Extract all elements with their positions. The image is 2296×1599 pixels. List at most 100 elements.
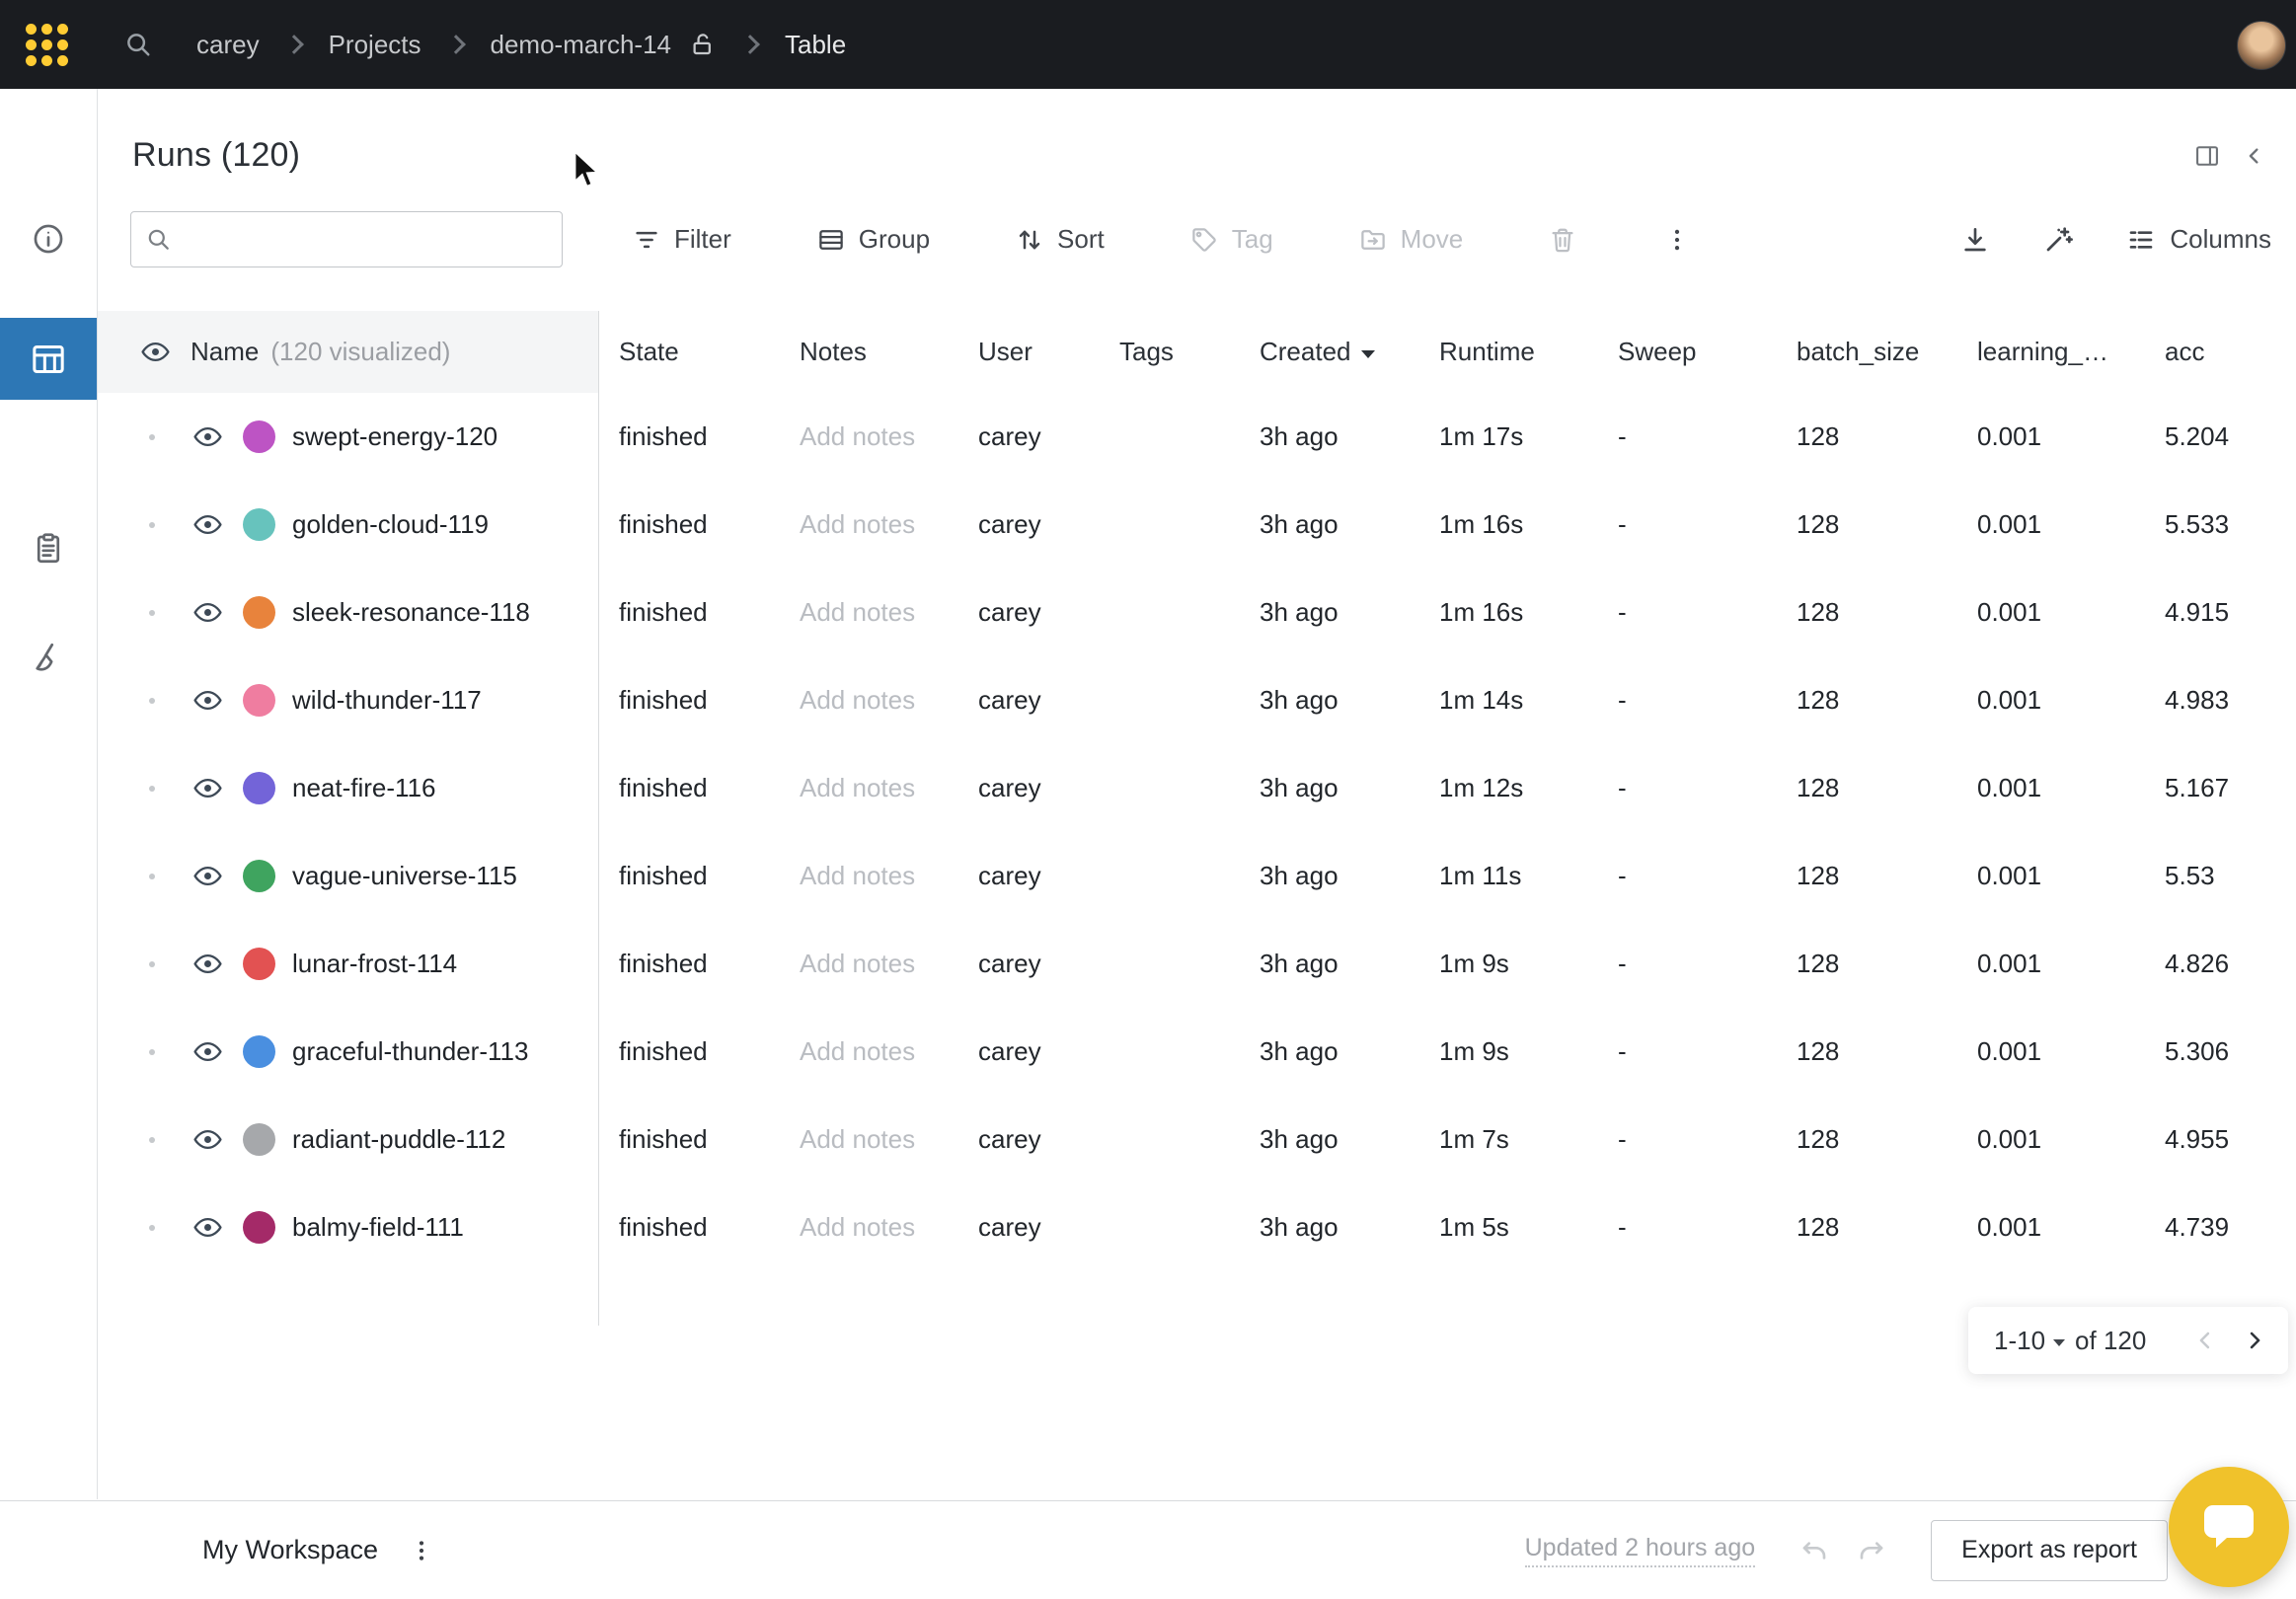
column-header-runtime[interactable]: Runtime	[1439, 337, 1618, 367]
eye-icon[interactable]	[192, 1036, 223, 1067]
eye-icon[interactable]	[192, 1212, 223, 1243]
table-row[interactable]: lunar-frost-114 finishedAdd notescarey3h…	[98, 920, 2296, 1008]
more-actions-button[interactable]	[1662, 225, 1692, 255]
run-name-link[interactable]: swept-energy-120	[292, 421, 497, 452]
cell-acc: 4.955	[2165, 1124, 2296, 1155]
eye-icon[interactable]	[192, 597, 223, 628]
run-color-dot	[243, 1211, 275, 1244]
runs-table-tab[interactable]	[0, 318, 97, 400]
table-row[interactable]: golden-cloud-119 finishedAdd notescarey3…	[98, 481, 2296, 569]
eye-icon[interactable]	[140, 337, 171, 367]
breadcrumb-projects[interactable]: Projects	[329, 30, 421, 60]
column-header-notes[interactable]: Notes	[800, 337, 978, 367]
drag-handle[interactable]	[149, 610, 155, 616]
sort-button[interactable]: Sort	[1015, 224, 1105, 255]
drag-handle[interactable]	[149, 522, 155, 528]
run-name-link[interactable]: radiant-puddle-112	[292, 1124, 505, 1155]
filter-button[interactable]: Filter	[632, 224, 731, 255]
cell-notes[interactable]: Add notes	[800, 861, 978, 891]
cell-batch_size: 128	[1797, 597, 1977, 628]
table-row[interactable]: radiant-puddle-112 finishedAdd notescare…	[98, 1096, 2296, 1183]
cell-notes[interactable]: Add notes	[800, 949, 978, 979]
breadcrumb-project[interactable]: demo-march-14	[491, 30, 672, 60]
drag-handle[interactable]	[149, 874, 155, 879]
redo-button[interactable]	[1856, 1535, 1887, 1566]
run-name-link[interactable]: golden-cloud-119	[292, 509, 489, 540]
table-row[interactable]: sleek-resonance-118 finishedAdd notescar…	[98, 569, 2296, 656]
group-button[interactable]: Group	[816, 224, 930, 255]
drag-handle[interactable]	[149, 1225, 155, 1231]
column-header-tags[interactable]: Tags	[1119, 337, 1260, 367]
updated-timestamp[interactable]: Updated 2 hours ago	[1525, 1534, 1756, 1567]
column-header-created[interactable]: Created	[1260, 337, 1439, 367]
tag-button[interactable]: Tag	[1189, 224, 1273, 255]
move-button[interactable]: Move	[1358, 224, 1464, 255]
run-name-link[interactable]: wild-thunder-117	[292, 685, 482, 716]
cell-notes[interactable]: Add notes	[800, 685, 978, 716]
column-header-batch-size[interactable]: batch_size	[1797, 337, 1977, 367]
name-column-header[interactable]: Name (120 visualized)	[98, 311, 598, 393]
reports-clipboard-icon[interactable]	[31, 531, 66, 567]
table-row[interactable]: vague-universe-115 finishedAdd notescare…	[98, 832, 2296, 920]
drag-handle[interactable]	[149, 1137, 155, 1143]
run-name-link[interactable]: graceful-thunder-113	[292, 1036, 528, 1067]
drag-handle[interactable]	[149, 786, 155, 792]
column-header-acc[interactable]: acc	[2165, 337, 2296, 367]
run-name-link[interactable]: sleek-resonance-118	[292, 597, 530, 628]
cell-user: carey	[978, 421, 1119, 452]
cell-notes[interactable]: Add notes	[800, 1212, 978, 1243]
export-as-report-button[interactable]: Export as report	[1931, 1520, 2168, 1581]
export-download-button[interactable]	[1959, 224, 1991, 256]
sweeps-broom-icon[interactable]	[31, 640, 66, 675]
avatar[interactable]	[2237, 21, 2286, 70]
column-header-learning[interactable]: learning_…	[1977, 337, 2165, 367]
info-icon[interactable]	[31, 221, 66, 257]
drag-handle[interactable]	[149, 434, 155, 440]
eye-icon[interactable]	[192, 773, 223, 803]
cell-notes[interactable]: Add notes	[800, 773, 978, 803]
chat-support-button[interactable]	[2169, 1467, 2289, 1587]
delete-button[interactable]	[1548, 225, 1577, 255]
eye-icon[interactable]	[192, 861, 223, 891]
column-header-user[interactable]: User	[978, 337, 1119, 367]
eye-icon[interactable]	[192, 685, 223, 716]
runs-search-input[interactable]	[182, 224, 548, 255]
table-row[interactable]: neat-fire-116 finishedAdd notescarey3h a…	[98, 744, 2296, 832]
table-row[interactable]: wild-thunder-117 finishedAdd notescarey3…	[98, 656, 2296, 744]
table-row[interactable]: balmy-field-111 finishedAdd notescarey3h…	[98, 1183, 2296, 1271]
breadcrumb-user[interactable]: carey	[196, 30, 260, 60]
wandb-logo[interactable]	[26, 24, 68, 66]
drag-handle[interactable]	[149, 1049, 155, 1055]
eye-icon[interactable]	[192, 949, 223, 979]
cell-notes[interactable]: Add notes	[800, 421, 978, 452]
run-name-link[interactable]: neat-fire-116	[292, 773, 436, 803]
cell-notes[interactable]: Add notes	[800, 597, 978, 628]
panel-layout-icon[interactable]	[2193, 142, 2221, 170]
prev-page-button[interactable]	[2191, 1327, 2219, 1354]
drag-handle[interactable]	[149, 698, 155, 704]
undo-button[interactable]	[1799, 1535, 1830, 1566]
cell-notes[interactable]: Add notes	[800, 1036, 978, 1067]
column-header-state[interactable]: State	[619, 337, 800, 367]
columns-button[interactable]: Columns	[2125, 224, 2271, 256]
page-size-dropdown[interactable]: 1-10	[1994, 1326, 2065, 1356]
drag-handle[interactable]	[149, 961, 155, 967]
runs-search-box[interactable]	[130, 211, 563, 267]
table-row[interactable]: swept-energy-120 finishedAdd notescarey3…	[98, 393, 2296, 481]
search-icon[interactable]	[123, 30, 153, 59]
table-row[interactable]: graceful-thunder-113 finishedAdd notesca…	[98, 1008, 2296, 1096]
cell-notes[interactable]: Add notes	[800, 1124, 978, 1155]
eye-icon[interactable]	[192, 509, 223, 540]
workspace-name[interactable]: My Workspace	[202, 1535, 378, 1565]
collapse-chevron-icon[interactable]	[2241, 142, 2268, 170]
run-name-link[interactable]: vague-universe-115	[292, 861, 517, 891]
eye-icon[interactable]	[192, 1124, 223, 1155]
next-page-button[interactable]	[2241, 1327, 2268, 1354]
cell-notes[interactable]: Add notes	[800, 509, 978, 540]
column-header-sweep[interactable]: Sweep	[1618, 337, 1797, 367]
run-name-link[interactable]: lunar-frost-114	[292, 949, 457, 979]
workspace-menu-button[interactable]	[408, 1537, 435, 1564]
eye-icon[interactable]	[192, 421, 223, 452]
auto-columns-button[interactable]	[2042, 224, 2074, 256]
run-name-link[interactable]: balmy-field-111	[292, 1212, 464, 1243]
